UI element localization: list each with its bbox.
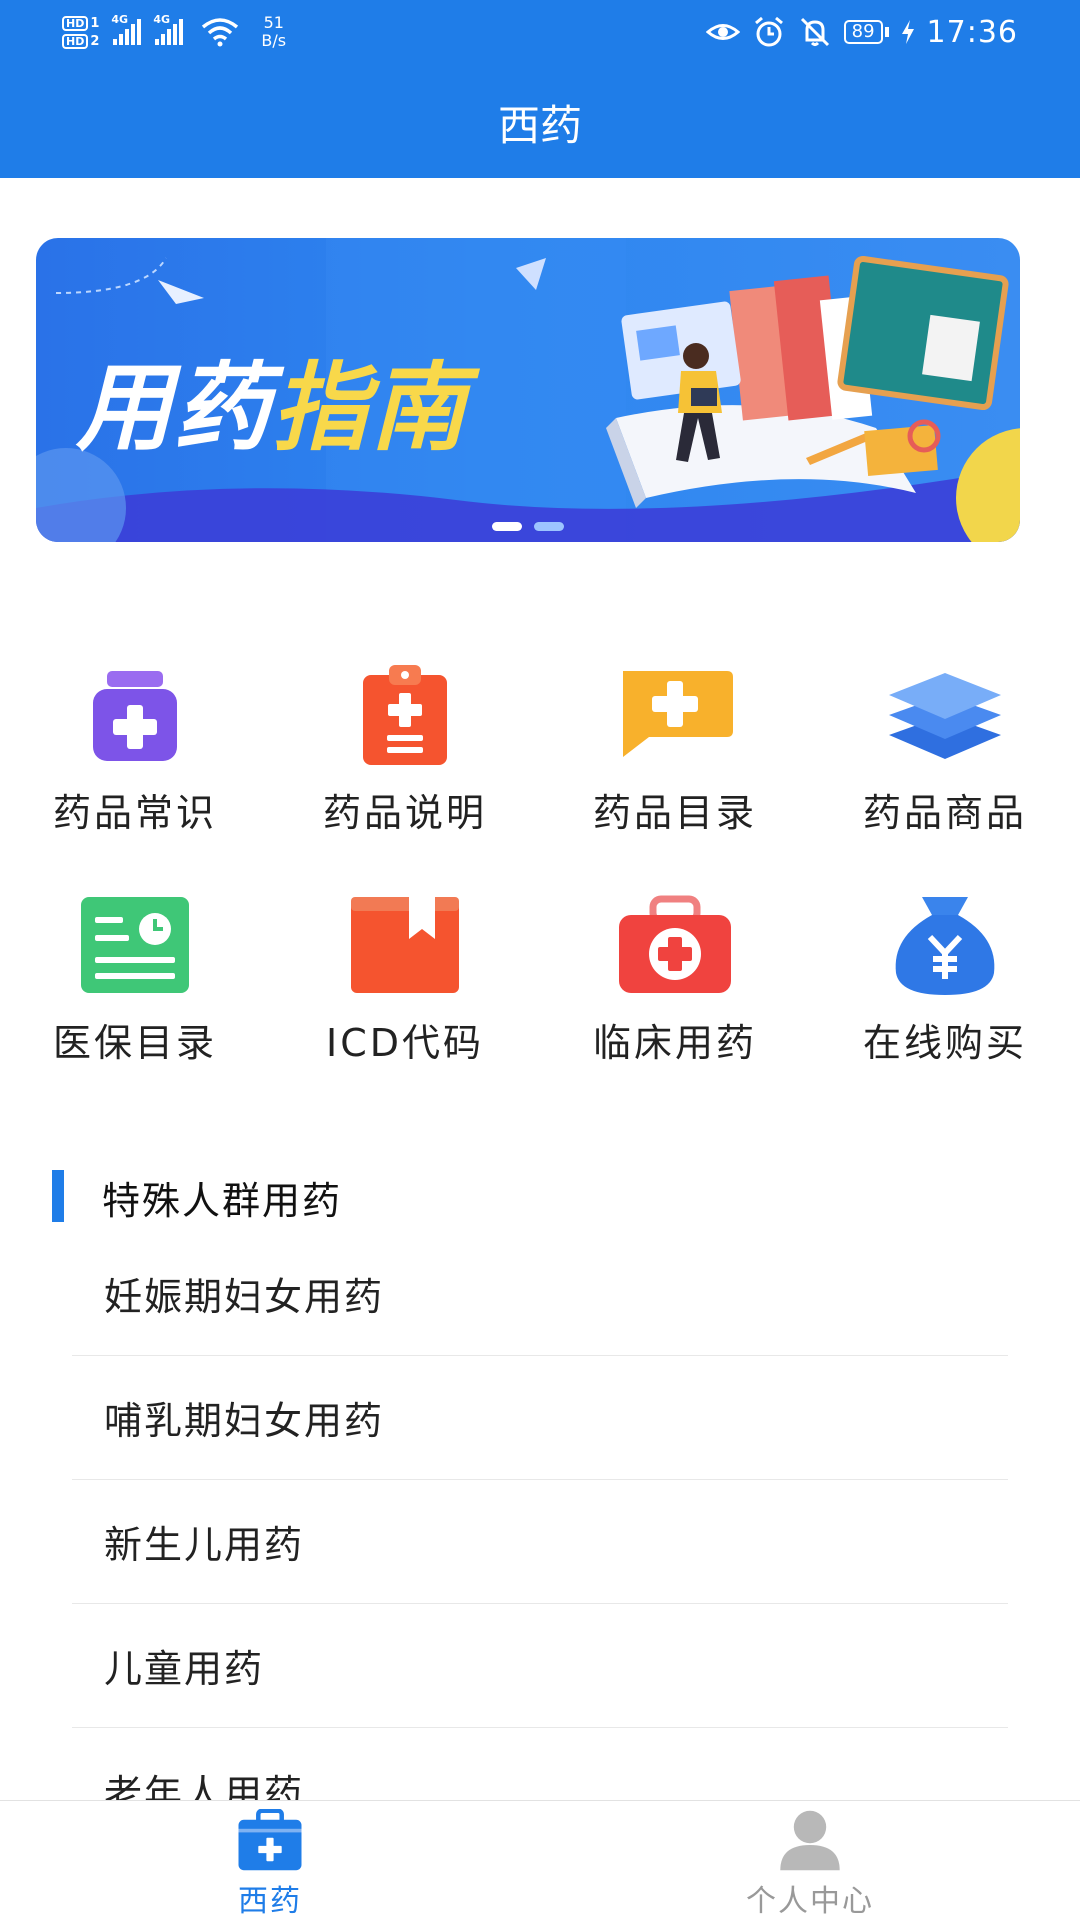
- bottom-tab-bar: 西药 个人中心: [0, 1800, 1080, 1920]
- special-population-list: 妊娠期妇女用药 哺乳期妇女用药 新生儿用药 儿童用药 老年人用药: [72, 1232, 1008, 1852]
- hd1-badge: HD 1: [62, 15, 100, 31]
- signal-icon-1: 4G: [111, 13, 142, 45]
- charging-icon: [901, 20, 914, 44]
- grid-label: 在线购买: [862, 1021, 1027, 1065]
- grid-label: 药品说明: [322, 791, 487, 835]
- banner-title: 用药指南: [76, 330, 468, 469]
- banner-title-white: 用药: [76, 352, 272, 464]
- eye-icon: [705, 24, 740, 40]
- status-bar: HD 1 HD 2 4G 4G 51 B/s 89 17:36: [0, 0, 1080, 62]
- alarm-icon: [754, 16, 783, 47]
- net-speed-unit: B/s: [261, 31, 287, 50]
- chat-plus-icon: [623, 671, 733, 757]
- medicine-bottle-icon: [93, 671, 177, 761]
- section-header: 特殊人群用药: [0, 1160, 1080, 1232]
- grid-label: ICD代码: [325, 1021, 484, 1065]
- carousel-dot-active[interactable]: [492, 522, 522, 531]
- grid-item-icd-code[interactable]: ICD代码: [270, 890, 540, 1120]
- list-item[interactable]: 妊娠期妇女用药: [72, 1232, 1008, 1356]
- grid-item-drug-catalog[interactable]: 药品目录: [540, 660, 810, 890]
- status-time: 17:36: [926, 14, 1018, 50]
- user-icon: [780, 1810, 840, 1871]
- page-title: 西药: [497, 101, 582, 150]
- insurance-card-icon: [81, 897, 189, 993]
- medical-kit-icon: [238, 1809, 302, 1871]
- grid-item-drug-products[interactable]: 药品商品: [810, 660, 1080, 890]
- tab-label: 个人中心: [746, 1884, 874, 1919]
- grid-item-insurance-catalog[interactable]: 医保目录: [0, 890, 270, 1120]
- feature-grid: 药品常识 药品说明 药品目录 药品商品 医保目录 ICD代码 临床用药 在线购买: [0, 660, 1080, 1120]
- grid-item-clinical-medication[interactable]: 临床用药: [540, 890, 810, 1120]
- net-speed: 51 B/s: [261, 14, 286, 50]
- grid-label: 临床用药: [592, 1021, 757, 1065]
- status-left: HD 1 HD 2 4G 4G 51 B/s: [62, 8, 286, 56]
- layers-icon: [889, 673, 1001, 759]
- net-speed-value: 51: [263, 13, 284, 32]
- clipboard-icon: [363, 665, 447, 765]
- grid-label: 药品目录: [592, 791, 757, 835]
- banner-carousel[interactable]: 用药指南: [36, 238, 1020, 542]
- hd1-sub: 1: [90, 15, 100, 31]
- battery-level: 89: [843, 20, 883, 44]
- section-accent-bar: [52, 1170, 64, 1222]
- grid-item-drug-instructions[interactable]: 药品说明: [270, 660, 540, 890]
- wifi-icon: [202, 18, 239, 47]
- first-aid-kit-icon: [619, 895, 731, 993]
- hd2-badge: HD 2: [62, 33, 100, 49]
- hd-badges: HD 1 HD 2: [62, 15, 100, 49]
- feature-grid-row-1: 药品常识 药品说明 药品目录 药品商品: [0, 660, 1080, 890]
- list-item[interactable]: 新生儿用药: [72, 1480, 1008, 1604]
- feature-grid-row-2: 医保目录 ICD代码 临床用药 在线购买: [0, 890, 1080, 1120]
- carousel-dot[interactable]: [534, 522, 564, 531]
- special-population-section: 特殊人群用药 妊娠期妇女用药 哺乳期妇女用药 新生儿用药 儿童用药 老年人用药: [0, 1160, 1080, 1852]
- net-type-2: 4G: [153, 13, 171, 26]
- grid-label: 药品常识: [52, 791, 217, 835]
- money-bag-icon: [895, 897, 995, 995]
- hd2-sub: 2: [90, 33, 100, 49]
- section-title: 特殊人群用药: [102, 1179, 343, 1223]
- grid-label: 药品商品: [862, 791, 1027, 835]
- carousel-indicator: [36, 522, 1020, 542]
- tab-personal-center[interactable]: 个人中心: [540, 1801, 1080, 1920]
- banner-title-yellow: 指南: [272, 352, 468, 464]
- battery-icon: 89: [843, 20, 889, 44]
- list-item[interactable]: 儿童用药: [72, 1604, 1008, 1728]
- status-right: 89 17:36: [705, 12, 1018, 52]
- grid-item-online-purchase[interactable]: 在线购买: [810, 890, 1080, 1120]
- grid-item-drug-knowledge[interactable]: 药品常识: [0, 660, 270, 890]
- list-item[interactable]: 哺乳期妇女用药: [72, 1356, 1008, 1480]
- grid-label: 医保目录: [52, 1021, 217, 1065]
- tab-label: 西药: [238, 1884, 302, 1919]
- mute-bell-icon: [800, 17, 829, 47]
- bookmark-book-icon: [351, 897, 459, 993]
- signal-icon-2: 4G: [153, 13, 184, 45]
- net-type-1: 4G: [111, 13, 129, 26]
- hd1-label: HD: [62, 15, 89, 31]
- hd2-label: HD: [62, 33, 89, 49]
- app-header: HD 1 HD 2 4G 4G 51 B/s 89 17:36 西药: [0, 0, 1080, 178]
- tab-western-medicine[interactable]: 西药: [0, 1801, 540, 1920]
